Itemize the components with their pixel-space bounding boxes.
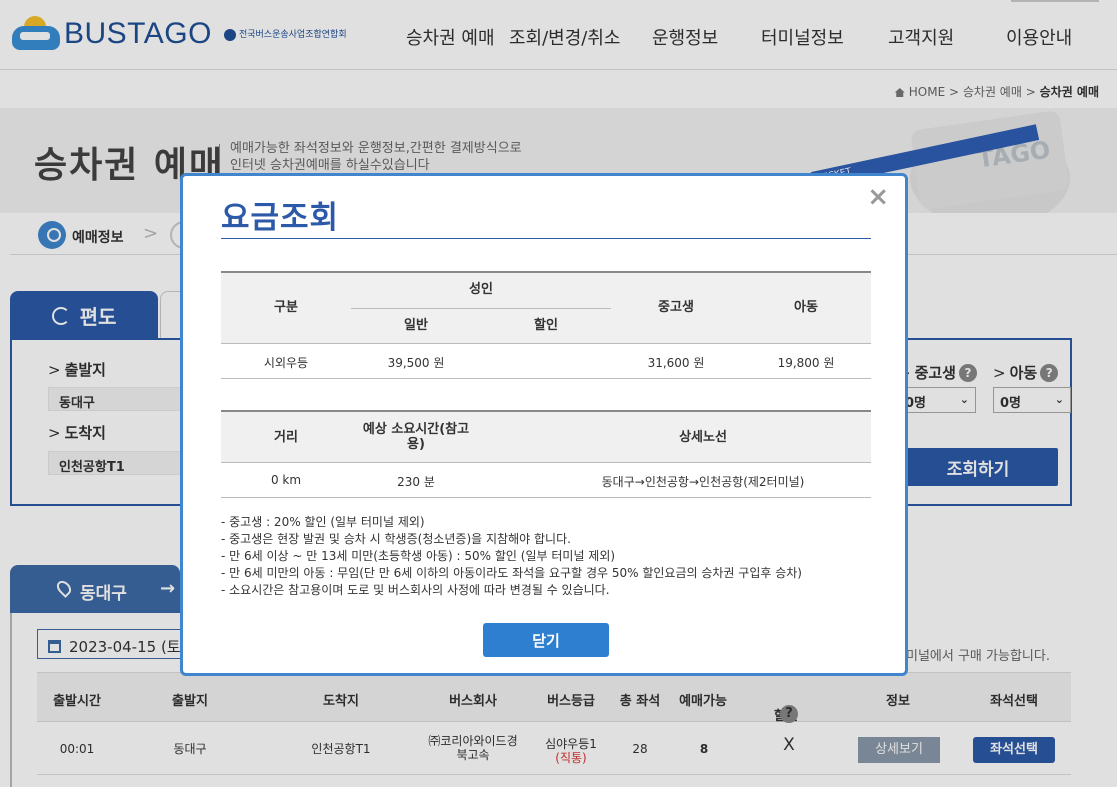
fare-modal: 요금조회 × 구분 성인 일반 할인 중고생 아동 시외우등 39,500 원 … bbox=[180, 173, 908, 676]
close-icon[interactable]: × bbox=[867, 182, 889, 212]
fare-type: 시외우등 bbox=[263, 356, 309, 370]
fare-general: 39,500 원 bbox=[387, 356, 445, 370]
route-detail: 동대구→인천공항→인천공항(제2터미널) bbox=[601, 475, 805, 489]
close-button[interactable]: 닫기 bbox=[483, 623, 609, 657]
route-distance: 0 km bbox=[270, 473, 302, 487]
modal-title: 요금조회 bbox=[221, 200, 340, 236]
fare-table: 구분 성인 일반 할인 중고생 아동 시외우등 39,500 원 31,600 … bbox=[221, 271, 871, 379]
fare-student: 31,600 원 bbox=[647, 356, 705, 370]
fare-notes: - 중고생 : 20% 할인 (일부 터미널 제외) - 중고생은 현장 발권 … bbox=[221, 515, 802, 597]
route-time: 230 분 bbox=[397, 475, 435, 489]
fare-child: 19,800 원 bbox=[777, 356, 835, 370]
route-table: 거리 예상 소요시간(참고 용) 상세노선 0 km 230 분 동대구→인천공항… bbox=[221, 410, 871, 498]
